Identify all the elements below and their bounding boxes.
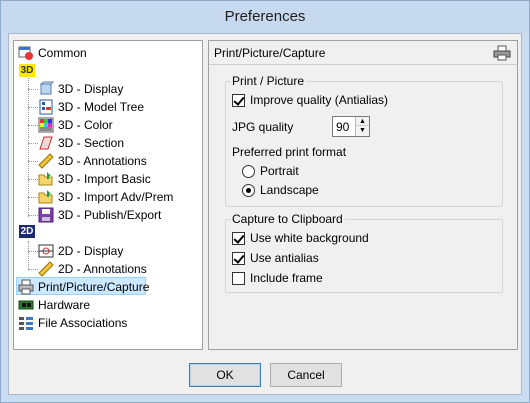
portrait-radio-dot[interactable] xyxy=(242,164,255,178)
tree-item-2d-annotations[interactable]: 2D - Annotations xyxy=(38,260,147,278)
landscape-label: Landscape xyxy=(260,183,319,197)
capture-clipboard-group-title: Capture to Clipboard xyxy=(230,212,345,226)
white-background-checkbox[interactable]: Use white background xyxy=(232,230,369,246)
white-background-label: Use white background xyxy=(250,231,369,245)
category-tree[interactable]: Common 3D 3D - Display 3D - Model Tree 3… xyxy=(13,40,203,350)
antialias-check[interactable] xyxy=(232,251,245,265)
save-disk-icon xyxy=(38,207,54,223)
hardware-chip-icon xyxy=(18,297,34,313)
folder-open-icon xyxy=(38,189,54,205)
tree-item-file-associations[interactable]: File Associations xyxy=(18,314,127,332)
tree-item-3d-model-tree[interactable]: 3D - Model Tree xyxy=(38,98,144,116)
cancel-button[interactable]: Cancel xyxy=(270,363,342,387)
panel-header: Print/Picture/Capture xyxy=(209,41,517,65)
tree-item-2d-display[interactable]: 2D - Display xyxy=(38,242,123,260)
jpg-quality-label: JPG quality xyxy=(232,120,294,134)
ruler-icon xyxy=(38,261,54,277)
capture-clipboard-group: Capture to Clipboard Use white backgroun… xyxy=(225,212,503,293)
color-palette-icon xyxy=(38,117,54,133)
tree-item-common[interactable]: Common xyxy=(18,44,87,62)
2d-group-badge[interactable]: 2D xyxy=(19,225,35,238)
model-tree-icon xyxy=(38,99,54,115)
portrait-radio[interactable]: Portrait xyxy=(242,163,299,179)
2d-display-icon xyxy=(38,243,54,259)
panel-title: Print/Picture/Capture xyxy=(214,46,326,60)
printer-icon xyxy=(18,279,34,295)
portrait-label: Portrait xyxy=(260,164,299,178)
spin-up-arrow-icon[interactable]: ▲ xyxy=(356,117,369,126)
dialog-client: Common 3D 3D - Display 3D - Model Tree 3… xyxy=(8,33,522,395)
improve-quality-label: Improve quality (Antialias) xyxy=(250,93,389,107)
tree-item-3d-publish-export[interactable]: 3D - Publish/Export xyxy=(38,206,161,224)
tree-item-hardware[interactable]: Hardware xyxy=(18,296,90,314)
ok-button[interactable]: OK xyxy=(189,363,261,387)
common-settings-icon xyxy=(18,45,34,61)
landscape-radio-dot[interactable] xyxy=(242,183,255,197)
tree-item-print-picture-capture[interactable]: Print/Picture/Capture xyxy=(18,278,149,296)
preferences-window: Preferences Common 3D 3D - Display 3D - … xyxy=(0,0,530,403)
window-title: Preferences xyxy=(1,1,529,33)
settings-panel: Print/Picture/Capture Print / Picture Im… xyxy=(208,40,518,350)
print-format-label: Preferred print format xyxy=(232,145,347,159)
print-picture-group-title: Print / Picture xyxy=(230,74,307,88)
tree-item-3d-section[interactable]: 3D - Section xyxy=(38,134,124,152)
include-frame-checkbox[interactable]: Include frame xyxy=(232,270,323,286)
section-plane-icon xyxy=(38,135,54,151)
include-frame-label: Include frame xyxy=(250,271,323,285)
tree-item-3d-import-basic[interactable]: 3D - Import Basic xyxy=(38,170,151,188)
jpg-quality-value[interactable]: 90 xyxy=(336,119,349,135)
jpg-quality-spinner[interactable]: 90 ▲ ▼ xyxy=(332,116,370,137)
tree-item-3d-display[interactable]: 3D - Display xyxy=(38,80,123,98)
tree-item-3d-color[interactable]: 3D - Color xyxy=(38,116,113,134)
antialias-checkbox[interactable]: Use antialias xyxy=(232,250,319,266)
spin-down-arrow-icon[interactable]: ▼ xyxy=(356,126,369,135)
include-frame-check[interactable] xyxy=(232,271,245,285)
cube-icon xyxy=(38,81,55,97)
file-associations-icon xyxy=(18,315,34,331)
3d-group-badge[interactable]: 3D xyxy=(19,64,35,77)
printer-icon xyxy=(493,45,511,61)
white-background-check[interactable] xyxy=(232,231,245,245)
improve-quality-checkbox[interactable]: Improve quality (Antialias) xyxy=(232,92,388,108)
tree-item-3d-annotations[interactable]: 3D - Annotations xyxy=(38,152,147,170)
ruler-icon xyxy=(38,153,54,169)
antialias-label: Use antialias xyxy=(250,251,319,265)
print-picture-group: Print / Picture Improve quality (Antiali… xyxy=(225,74,503,207)
folder-open-icon xyxy=(38,171,54,187)
improve-quality-check[interactable] xyxy=(232,93,245,107)
landscape-radio[interactable]: Landscape xyxy=(242,182,319,198)
tree-item-3d-import-adv[interactable]: 3D - Import Adv/Prem xyxy=(38,188,173,206)
